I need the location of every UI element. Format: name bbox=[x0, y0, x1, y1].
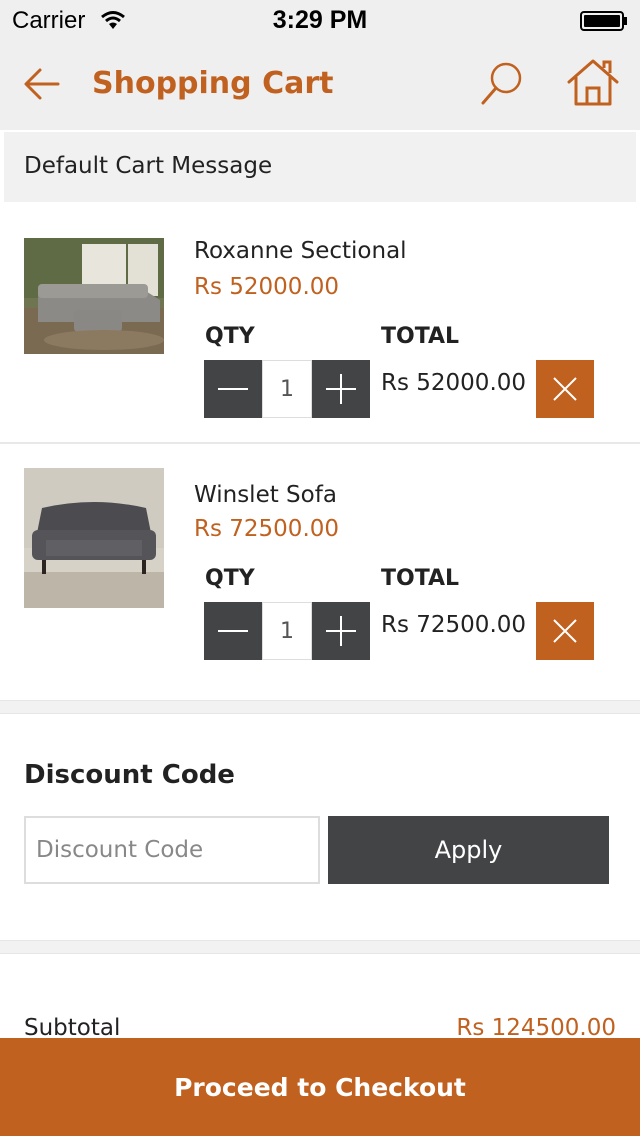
nav-bar: Shopping Cart bbox=[0, 40, 640, 130]
discount-code-input[interactable] bbox=[24, 816, 320, 884]
increase-quantity-button[interactable] bbox=[312, 360, 370, 418]
shopping-cart-screen: Carrier 3:29 PM Shopping Cart Default Ca… bbox=[0, 0, 640, 1136]
product-name[interactable]: Roxanne Sectional bbox=[194, 238, 407, 264]
total-label: TOTAL bbox=[381, 566, 460, 591]
search-icon[interactable] bbox=[480, 60, 524, 106]
plus-icon bbox=[326, 374, 356, 404]
battery-icon bbox=[580, 11, 627, 31]
decrease-quantity-button[interactable] bbox=[204, 360, 262, 418]
discount-heading: Discount Code bbox=[24, 760, 235, 790]
cart-message-banner: Default Cart Message bbox=[4, 132, 636, 202]
status-time: 3:29 PM bbox=[272, 6, 368, 34]
cart-item: Roxanne Sectional Rs 52000.00 QTY TOTAL … bbox=[0, 202, 640, 444]
product-price: Rs 52000.00 bbox=[194, 274, 340, 300]
proceed-to-checkout-button[interactable]: Proceed to Checkout bbox=[0, 1038, 640, 1136]
qty-label: QTY bbox=[205, 566, 255, 591]
section-divider bbox=[0, 700, 640, 714]
cart-item: Winslet Sofa Rs 72500.00 QTY TOTAL 1 Rs … bbox=[0, 444, 640, 686]
remove-item-button[interactable] bbox=[536, 360, 594, 418]
product-price: Rs 72500.00 bbox=[194, 516, 340, 542]
cart-message-text: Default Cart Message bbox=[24, 153, 273, 179]
page-title: Shopping Cart bbox=[92, 66, 334, 101]
line-total: Rs 72500.00 bbox=[381, 612, 527, 638]
home-icon[interactable] bbox=[566, 58, 620, 108]
product-image[interactable] bbox=[24, 468, 164, 608]
total-label: TOTAL bbox=[381, 324, 460, 349]
product-image[interactable] bbox=[24, 238, 164, 354]
quantity-field[interactable]: 1 bbox=[262, 360, 312, 418]
status-bar: Carrier 3:29 PM bbox=[0, 0, 640, 40]
quantity-stepper: 1 bbox=[204, 602, 370, 660]
close-icon bbox=[553, 377, 577, 401]
increase-quantity-button[interactable] bbox=[312, 602, 370, 660]
section-divider bbox=[0, 940, 640, 954]
quantity-field[interactable]: 1 bbox=[262, 602, 312, 660]
apply-button[interactable]: Apply bbox=[328, 816, 609, 884]
plus-icon bbox=[326, 616, 356, 646]
decrease-quantity-button[interactable] bbox=[204, 602, 262, 660]
back-arrow-icon[interactable] bbox=[22, 64, 62, 104]
qty-label: QTY bbox=[205, 324, 255, 349]
minus-icon bbox=[218, 630, 248, 632]
product-name[interactable]: Winslet Sofa bbox=[194, 482, 337, 508]
close-icon bbox=[553, 619, 577, 643]
quantity-stepper: 1 bbox=[204, 360, 370, 418]
minus-icon bbox=[218, 388, 248, 390]
line-total: Rs 52000.00 bbox=[381, 370, 527, 396]
remove-item-button[interactable] bbox=[536, 602, 594, 660]
